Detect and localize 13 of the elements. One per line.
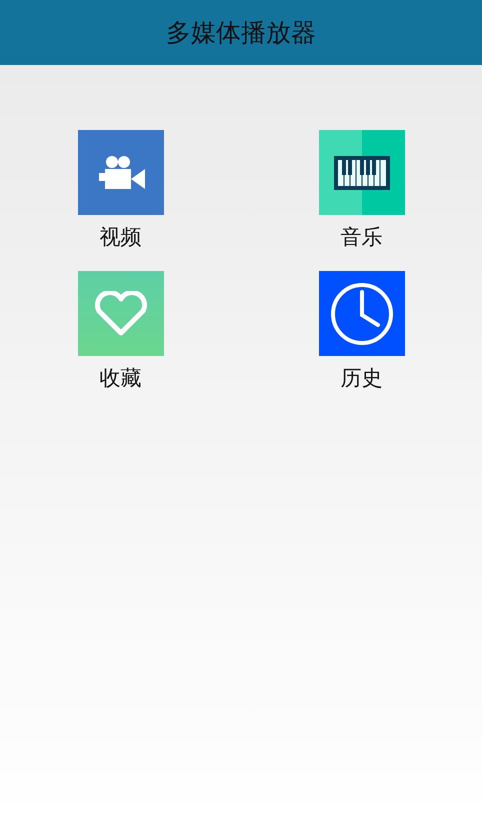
app-title: 多媒体播放器 (166, 17, 316, 49)
tile-button[interactable] (78, 130, 164, 215)
tile-label[interactable]: 历史 (340, 364, 382, 392)
clock-icon (330, 282, 394, 346)
heart-icon (92, 290, 148, 336)
tile-label[interactable]: 收藏 (100, 364, 142, 392)
tile-label[interactable]: 视频 (100, 223, 142, 251)
tile-button[interactable] (78, 271, 164, 356)
movie-camera-icon (96, 154, 144, 190)
piano-keyboard-icon (334, 156, 390, 190)
tile-button[interactable] (318, 130, 404, 215)
tile-button[interactable] (318, 271, 404, 356)
tile-label[interactable]: 音乐 (340, 223, 382, 251)
